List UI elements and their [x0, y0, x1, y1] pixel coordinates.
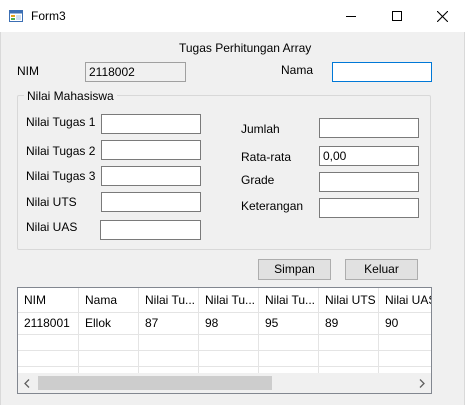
cell-uas[interactable]: 90	[379, 312, 431, 334]
tugas2-input[interactable]	[101, 140, 201, 160]
column-divider	[78, 334, 79, 373]
column-header-nama[interactable]: Nama	[79, 288, 139, 312]
keterangan-input[interactable]	[319, 198, 419, 218]
cell-nim[interactable]: 2118001	[18, 312, 79, 334]
scroll-right-button[interactable]	[413, 373, 431, 393]
chevron-left-icon	[24, 378, 30, 388]
ratarata-input[interactable]	[319, 146, 419, 166]
column-header-nim[interactable]: NIM	[18, 288, 79, 312]
tugas3-input[interactable]	[101, 166, 201, 186]
column-divider	[198, 334, 199, 373]
tugas3-label: Nilai Tugas 3	[26, 169, 96, 183]
row-divider	[18, 366, 431, 367]
minimize-button[interactable]	[328, 0, 374, 32]
column-divider	[138, 334, 139, 373]
column-header-uts[interactable]: Nilai UTS	[319, 288, 379, 312]
nim-input[interactable]	[85, 62, 186, 82]
column-header-uas[interactable]: Nilai UAS	[379, 288, 431, 312]
chevron-right-icon	[419, 378, 425, 388]
cell-tugas2[interactable]: 98	[199, 312, 259, 334]
ratarata-label: Rata-rata	[241, 150, 292, 164]
row-divider	[18, 350, 431, 351]
groupbox-title: Nilai Mahasiswa	[24, 89, 117, 103]
keterangan-label: Keterangan	[241, 199, 304, 213]
page-title: Tugas Perhitungan Array	[179, 41, 312, 55]
nama-label: Nama	[281, 63, 314, 77]
nama-input[interactable]	[332, 62, 432, 82]
maximize-button[interactable]	[374, 0, 420, 32]
horizontal-scrollbar[interactable]	[18, 373, 431, 393]
window-border-left	[0, 32, 1, 405]
cell-tugas3[interactable]: 95	[259, 312, 319, 334]
column-header-tugas3[interactable]: Nilai Tu...	[259, 288, 319, 312]
grade-input[interactable]	[319, 172, 419, 192]
data-grid[interactable]: NIM Nama Nilai Tu... Nilai Tu... Nilai T…	[17, 287, 432, 394]
uts-input[interactable]	[101, 192, 201, 212]
simpan-button[interactable]: Simpan	[258, 259, 331, 280]
minimize-icon	[346, 16, 356, 17]
close-button[interactable]	[419, 0, 465, 32]
cell-nama[interactable]: Ellok	[79, 312, 139, 334]
column-divider	[318, 334, 319, 373]
cell-tugas1[interactable]: 87	[139, 312, 199, 334]
grade-label: Grade	[241, 173, 275, 187]
uas-input[interactable]	[100, 220, 201, 240]
close-icon	[436, 10, 448, 22]
column-header-tugas1[interactable]: Nilai Tu...	[139, 288, 199, 312]
column-header-tugas2[interactable]: Nilai Tu...	[199, 288, 259, 312]
keluar-button[interactable]: Keluar	[345, 259, 418, 280]
form-icon	[9, 9, 23, 23]
row-divider	[18, 334, 431, 335]
window-title: Form3	[31, 9, 66, 23]
jumlah-input[interactable]	[319, 118, 419, 138]
tugas1-input[interactable]	[101, 114, 201, 134]
tugas1-label: Nilai Tugas 1	[26, 115, 96, 129]
jumlah-label: Jumlah	[241, 122, 280, 136]
scroll-thumb[interactable]	[38, 376, 272, 390]
column-divider	[258, 334, 259, 373]
cell-uts[interactable]: 89	[319, 312, 379, 334]
maximize-icon	[392, 11, 402, 21]
nim-label: NIM	[17, 64, 39, 78]
scroll-left-button[interactable]	[18, 373, 36, 393]
column-divider	[378, 334, 379, 373]
tugas2-label: Nilai Tugas 2	[26, 144, 96, 158]
uas-label: Nilai UAS	[26, 220, 78, 234]
uts-label: Nilai UTS	[26, 195, 77, 209]
